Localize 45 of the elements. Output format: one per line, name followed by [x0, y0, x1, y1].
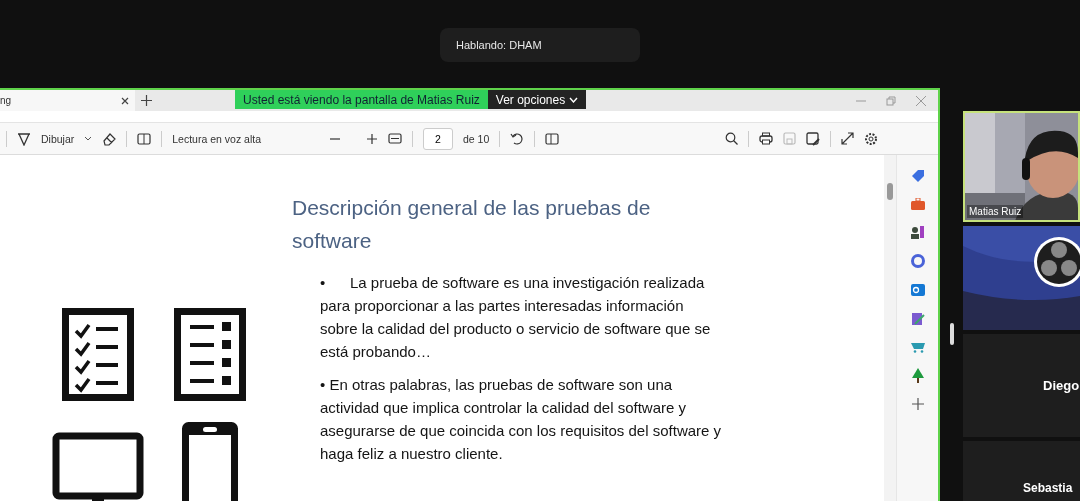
- zoom-in-icon[interactable]: [366, 132, 378, 145]
- reader-icon[interactable]: [137, 132, 152, 145]
- video-tile[interactable]: Diego: [963, 333, 1080, 438]
- video-tile[interactable]: Sebastia: [963, 441, 1080, 501]
- tag-icon[interactable]: [910, 169, 925, 183]
- screen-share-banner: Usted está viendo la pantalla de Matias Ruiz: [235, 90, 488, 109]
- video-tile[interactable]: Matias Ruiz: [963, 111, 1080, 223]
- page-number-field[interactable]: 2: [423, 127, 453, 150]
- read-aloud-button[interactable]: Lectura en voz alta: [172, 132, 261, 145]
- plus-icon[interactable]: [911, 398, 924, 410]
- page-count: de 10: [463, 132, 490, 145]
- bullet-text: • En otras palabras, las pruebas de software son una actividad que implica controlar la calidad del software y asegurarse de que coincida con los requisitos del software y haga feliz a nuestro cliente.: [320, 375, 722, 464]
- participant-name: Matias Ruiz: [967, 205, 1024, 219]
- chevron-icon[interactable]: [84, 135, 93, 142]
- print-icon[interactable]: [759, 132, 773, 145]
- expand-icon[interactable]: [841, 132, 854, 145]
- speaking-indicator: Hablando: DHAM: [440, 28, 640, 62]
- bullet-text: • La prueba de software es una investigación realizada para proporcionar a las partes interesadas información sobre la calidad del producto o servicio de software que se está probando…: [320, 273, 712, 362]
- list-icon: [174, 308, 246, 401]
- close-icon[interactable]: [121, 96, 129, 105]
- rotate-icon[interactable]: [510, 131, 525, 146]
- two-page-icon[interactable]: [545, 132, 560, 145]
- draw-icon[interactable]: [17, 131, 31, 146]
- settings-icon[interactable]: [864, 131, 878, 146]
- save-as-icon[interactable]: [806, 131, 820, 146]
- slide-title: Descripción general de las pruebas de software: [292, 195, 652, 254]
- notepad-icon[interactable]: [910, 312, 925, 326]
- browser-tab[interactable]: ng: [0, 90, 135, 111]
- chevron-icon[interactable]: [569, 96, 579, 103]
- ring-icon[interactable]: [910, 254, 925, 268]
- tree-icon[interactable]: [910, 368, 925, 383]
- eraser-icon[interactable]: [102, 131, 117, 146]
- search-icon[interactable]: [725, 132, 738, 145]
- plus-icon[interactable]: [141, 94, 152, 106]
- participant-name: Diego: [1043, 377, 1080, 393]
- participant-name: Sebastia: [1023, 481, 1073, 496]
- briefcase-icon[interactable]: [910, 198, 925, 210]
- draw-button[interactable]: Dibujar: [41, 132, 75, 145]
- scrollbar-thumb[interactable]: [887, 183, 893, 200]
- fit-width-icon[interactable]: [388, 133, 402, 144]
- monitor-icon: [52, 432, 144, 501]
- cart-icon[interactable]: [910, 341, 925, 353]
- resize-handle[interactable]: [949, 323, 954, 345]
- options-button[interactable]: Ver opciones: [487, 90, 587, 109]
- checklist-icon: [62, 308, 134, 401]
